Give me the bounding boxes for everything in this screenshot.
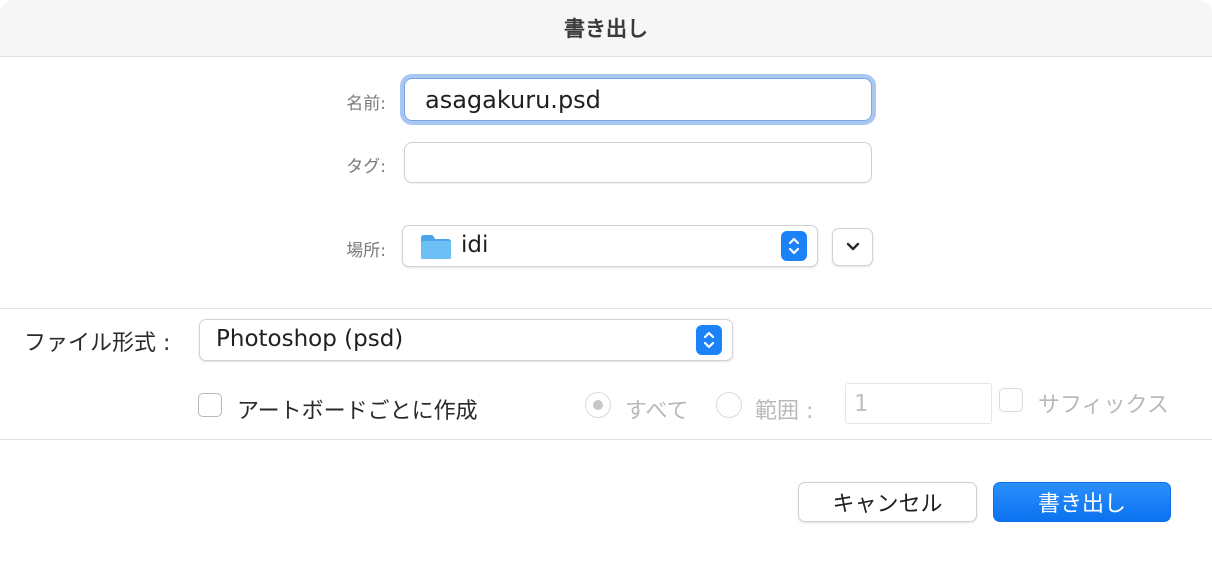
chevron-down-icon	[845, 238, 861, 257]
export-button[interactable]: 書き出し	[993, 482, 1171, 522]
artboard-checkbox[interactable]	[198, 393, 222, 417]
artboard-checkbox-label: アートボードごとに作成	[237, 399, 478, 424]
location-popup[interactable]: idi	[402, 225, 818, 267]
export-dialog: 書き出し 名前: タグ: 場所: idi ファイル形式 : Photoshop …	[0, 0, 1212, 562]
expand-button[interactable]	[832, 228, 873, 266]
footer-divider	[0, 439, 1212, 440]
suffix-checkbox-label: サフィックス	[1038, 393, 1169, 418]
cancel-button[interactable]: キャンセル	[798, 482, 977, 522]
range-value: 1	[854, 390, 869, 417]
section-divider	[0, 308, 1212, 309]
name-label: 名前:	[346, 94, 386, 114]
all-radio-label: すべて	[625, 399, 689, 424]
suffix-checkbox[interactable]	[999, 388, 1023, 412]
tags-input[interactable]	[405, 143, 871, 182]
dialog-title: 書き出し	[564, 17, 648, 41]
format-popup[interactable]: Photoshop (psd)	[199, 319, 733, 361]
range-input[interactable]: 1	[845, 383, 992, 424]
tags-label: タグ:	[346, 157, 386, 177]
title-bar: 書き出し	[0, 0, 1212, 57]
format-label: ファイル形式 :	[24, 331, 171, 356]
location-value: idi	[461, 232, 489, 258]
name-field[interactable]	[404, 78, 872, 121]
name-input[interactable]	[405, 79, 871, 120]
range-radio-label: 範囲 :	[755, 399, 814, 424]
folder-icon	[420, 234, 452, 260]
popup-arrows-icon	[781, 231, 807, 261]
where-label: 場所:	[346, 241, 386, 261]
range-radio[interactable]	[716, 392, 742, 418]
format-value: Photoshop (psd)	[216, 326, 404, 352]
popup-arrows-icon	[696, 325, 722, 355]
all-radio[interactable]	[585, 392, 611, 418]
tags-field[interactable]	[404, 142, 872, 183]
